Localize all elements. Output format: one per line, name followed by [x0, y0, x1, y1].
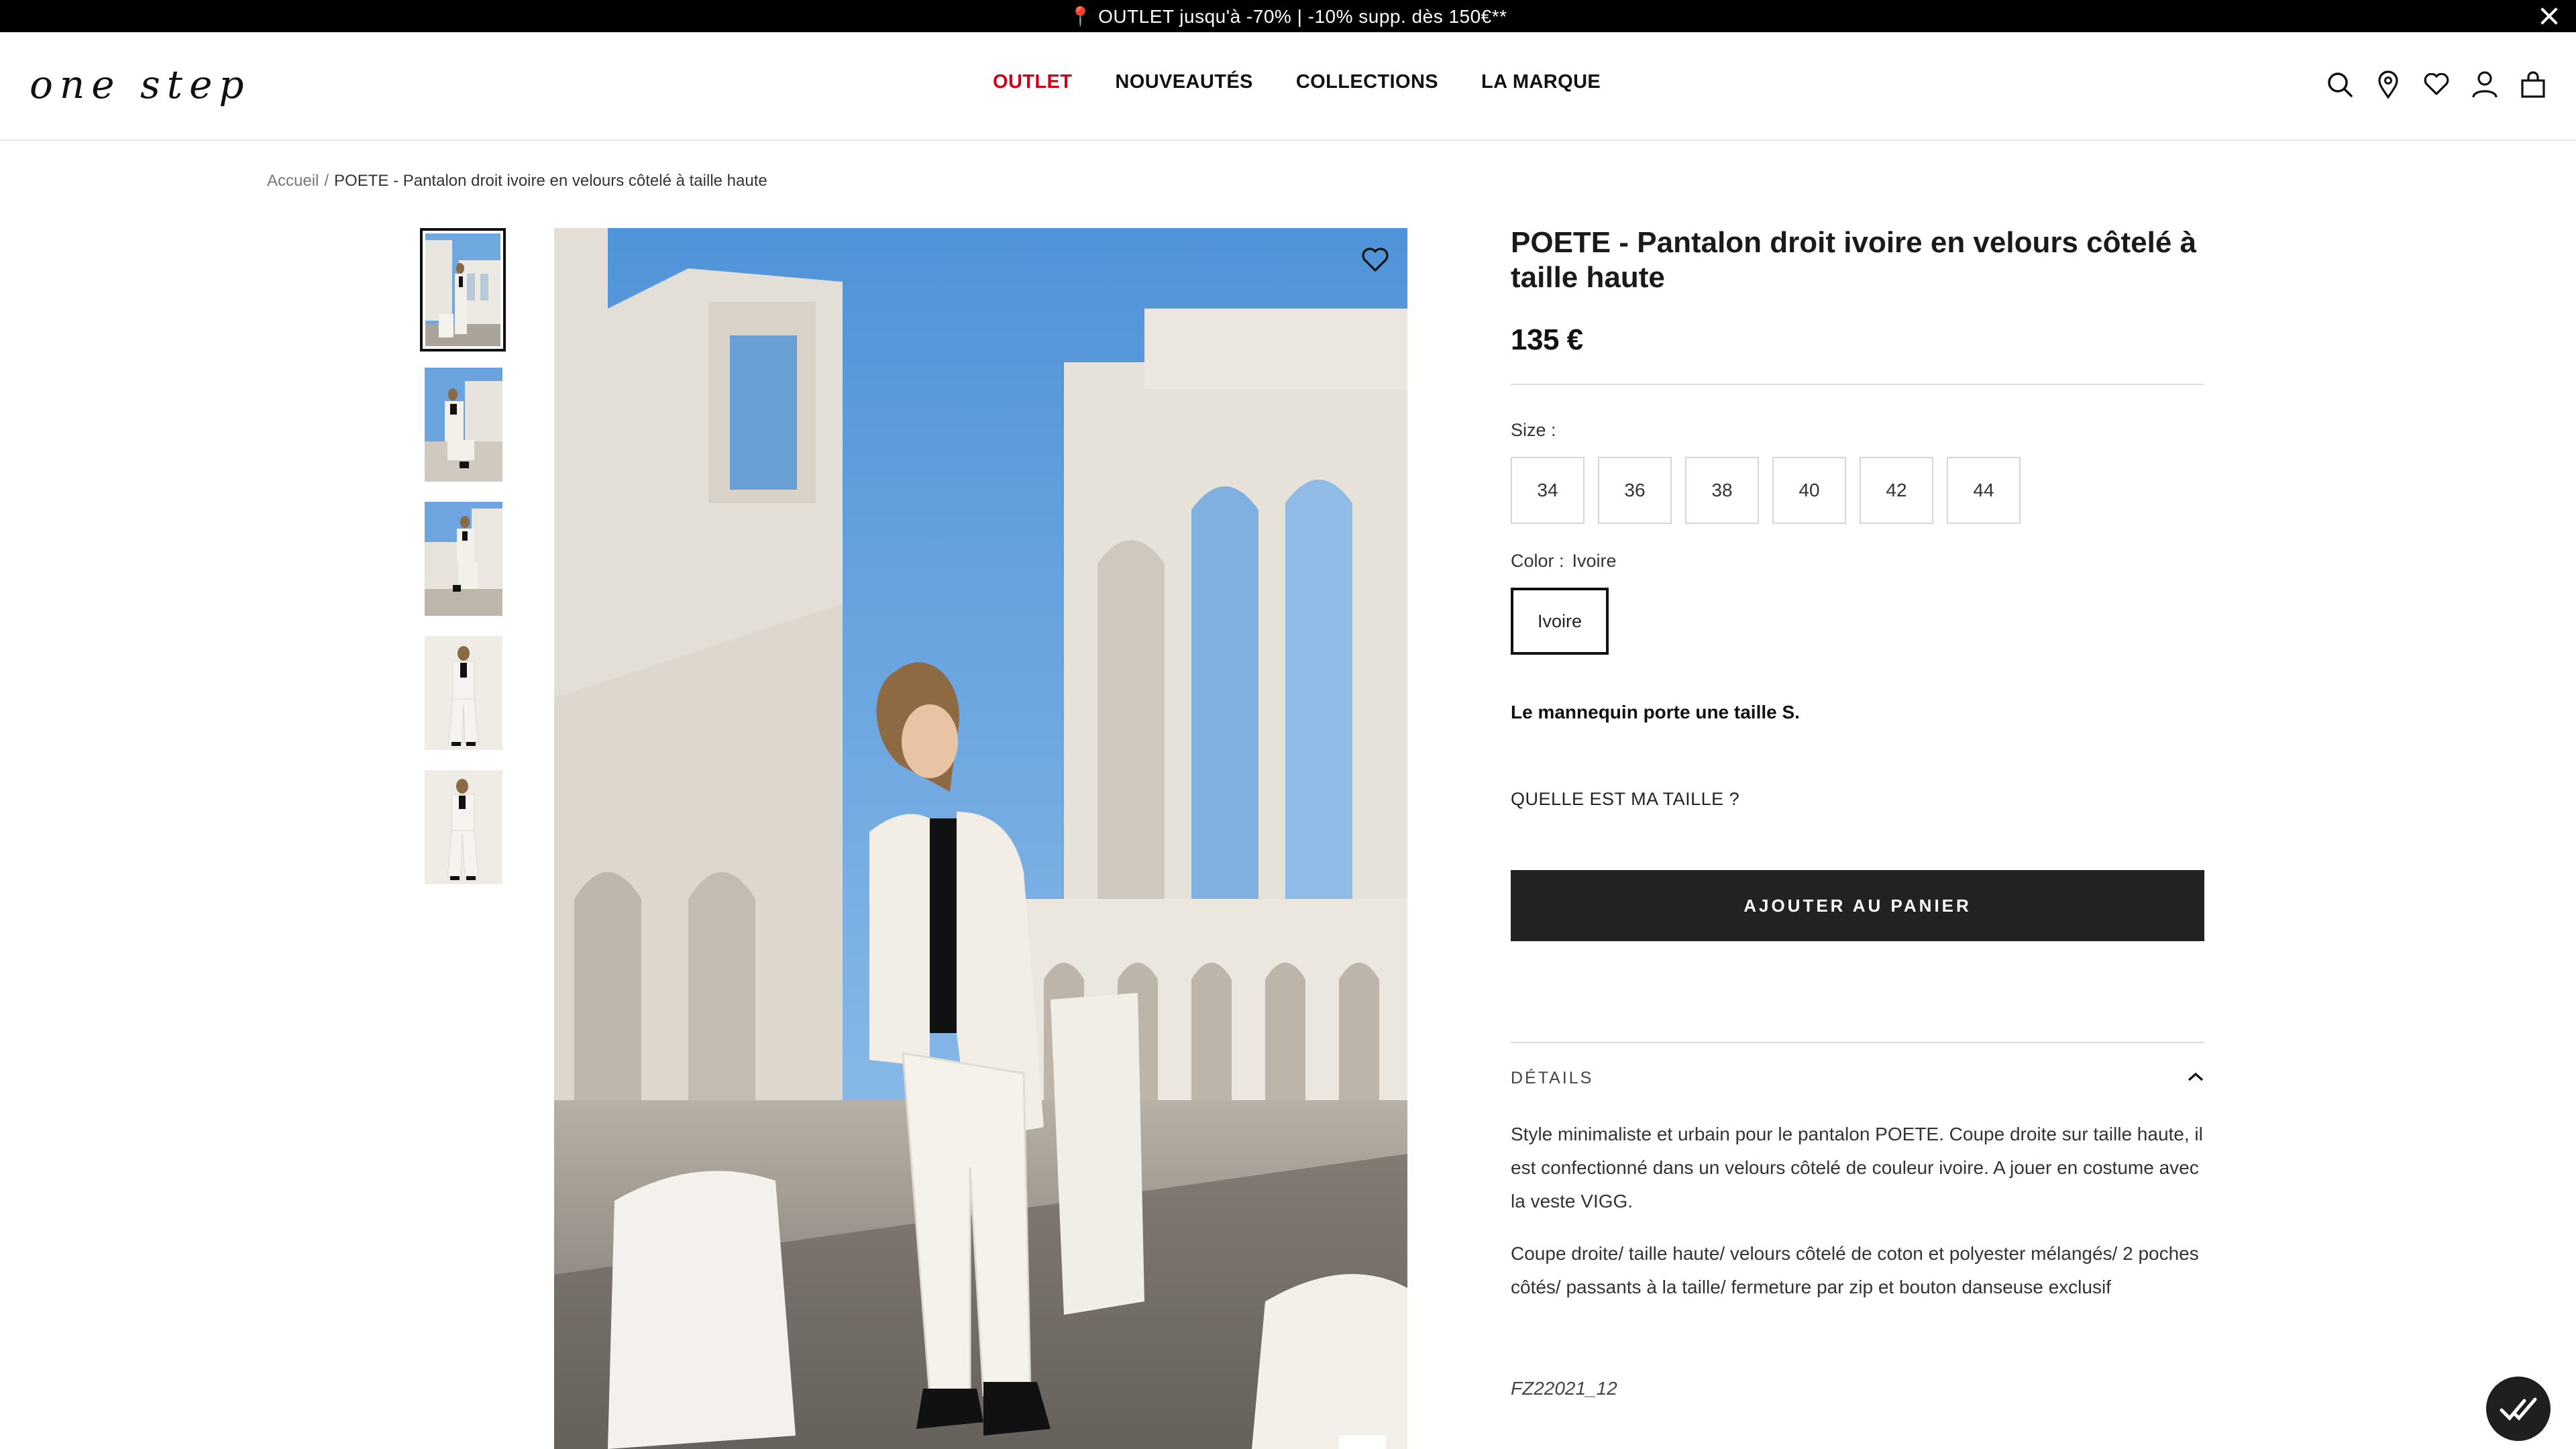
size-option-38[interactable]: 38 — [1685, 457, 1759, 524]
nav-item-outlet[interactable]: OUTLET — [993, 71, 1072, 93]
model-size-note: Le mannequin porte une taille S. — [1511, 702, 1800, 722]
breadcrumb: Accueil / POETE - Pantalon droit ivoire en… — [267, 172, 767, 191]
brand-logo[interactable]: one step — [30, 62, 251, 107]
store-locator-icon[interactable] — [2373, 68, 2403, 101]
divider — [1511, 384, 2204, 385]
size-option-42[interactable]: 42 — [1860, 457, 1933, 524]
wishlist-icon[interactable] — [2422, 68, 2451, 101]
trust-badge-icon[interactable] — [2486, 1377, 2551, 1441]
product-title: POETE - Pantalon droit ivoire en velours… — [1511, 226, 2197, 294]
product-features: Coupe droite/ taille haute/ velours côte… — [1511, 1243, 2199, 1297]
thumbnail-list — [420, 228, 506, 904]
chevron-up-icon — [2187, 1071, 2204, 1085]
nav-item-la-marque[interactable]: LA MARQUE — [1481, 71, 1601, 93]
size-guide-link[interactable]: QUELLE EST MA TAILLE ? — [1511, 789, 2204, 810]
color-label: Color : Ivoire — [1511, 551, 2204, 572]
product-reference: FZ22021_12 — [1511, 1378, 1617, 1399]
site-header: one step OUTLET NOUVEAUTÉS COLLECTIONS L… — [0, 32, 2576, 141]
color-value: Ivoire — [1572, 551, 1617, 571]
thumbnail-5[interactable] — [425, 770, 502, 884]
color-label-text: Color : — [1511, 551, 1564, 571]
announcement-text[interactable]: 📍 OUTLET jusqu'à -70% | -10% supp. dès 1… — [1069, 5, 1507, 28]
breadcrumb-separator: / — [324, 172, 329, 190]
size-option-44[interactable]: 44 — [1947, 457, 2021, 524]
thumbnail-4[interactable] — [425, 636, 502, 750]
search-icon[interactable] — [2325, 68, 2355, 101]
add-to-wishlist-icon[interactable] — [1356, 241, 1394, 279]
thumbnail-3[interactable] — [425, 502, 502, 616]
thumbnail-2[interactable] — [425, 368, 502, 482]
cart-icon[interactable] — [2518, 68, 2548, 101]
size-option-36[interactable]: 36 — [1598, 457, 1672, 524]
size-selector: 34 36 38 40 42 44 — [1511, 457, 2204, 524]
breadcrumb-home[interactable]: Accueil — [267, 172, 319, 190]
header-icons — [2325, 68, 2548, 101]
product-price: 135 € — [1511, 323, 1583, 356]
account-icon[interactable] — [2470, 68, 2500, 101]
product-info: POETE - Pantalon droit ivoire en velours… — [1511, 225, 2204, 1399]
color-swatch-ivoire[interactable]: Ivoire — [1511, 588, 1609, 655]
thumbnail-1[interactable] — [420, 228, 506, 352]
main-product-image[interactable] — [554, 228, 1407, 1449]
announcement-bar: 📍 OUTLET jusqu'à -70% | -10% supp. dès 1… — [0, 0, 2576, 32]
details-accordion-header[interactable]: DÉTAILS — [1511, 1042, 2204, 1088]
nav-item-nouveautes[interactable]: NOUVEAUTÉS — [1115, 71, 1252, 93]
nav-item-collections[interactable]: COLLECTIONS — [1296, 71, 1438, 93]
main-nav: OUTLET NOUVEAUTÉS COLLECTIONS LA MARQUE — [993, 71, 1601, 93]
size-option-34[interactable]: 34 — [1511, 457, 1585, 524]
breadcrumb-current: POETE - Pantalon droit ivoire en velours… — [334, 172, 767, 190]
add-to-cart-button[interactable]: AJOUTER AU PANIER — [1511, 870, 2204, 941]
details-title: DÉTAILS — [1511, 1069, 1594, 1087]
size-label: Size : — [1511, 420, 1556, 440]
close-icon[interactable] — [2537, 4, 2561, 28]
product-description: Style minimaliste et urbain pour le pant… — [1511, 1124, 2203, 1212]
size-option-40[interactable]: 40 — [1772, 457, 1846, 524]
